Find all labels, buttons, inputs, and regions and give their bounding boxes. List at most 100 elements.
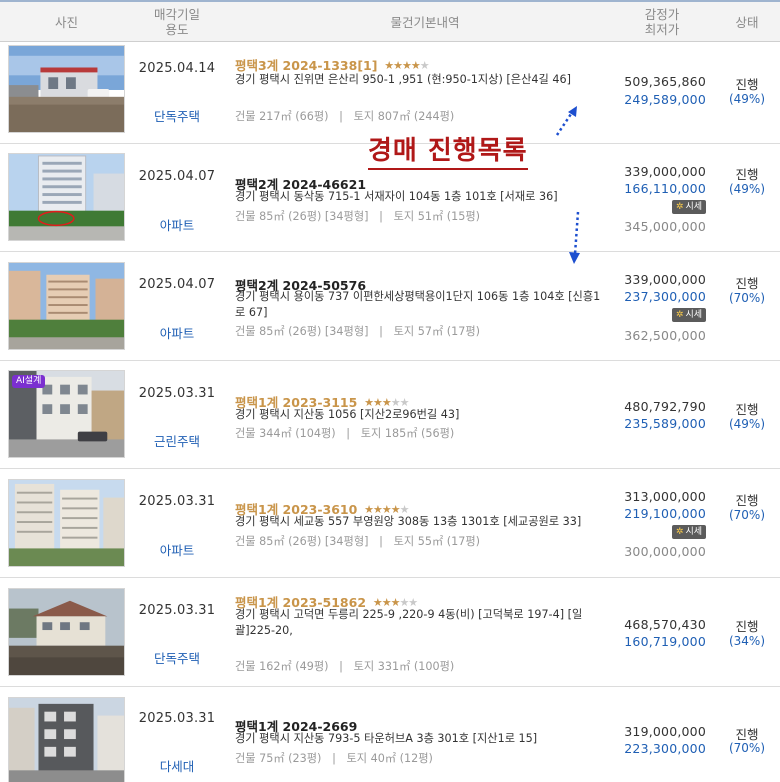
property-type: 단독주택 (153, 651, 200, 666)
area-info: 건물 344㎡ (104평) | 토지 185㎡ (56평) (235, 425, 454, 441)
area-info: 건물 162㎡ (49평) | 토지 331㎡ (100평) (235, 658, 454, 674)
market-price: 362,500,000 (624, 328, 706, 343)
property-type: 다세대 (159, 759, 195, 774)
sale-date: 2025.03.31 (138, 603, 216, 618)
minimum-price: 249,589,000 (624, 92, 706, 107)
minimum-ratio: (49%) (728, 182, 766, 196)
status-text: 진행 (735, 493, 759, 508)
property-type: 단독주택 (153, 109, 200, 124)
property-address: 경기 평택시 지산동 793-5 타운허브A 3층 301호 [지산1로 15] (235, 732, 538, 745)
status-text: 진행 (735, 276, 759, 291)
minimum-price: 223,300,000 (624, 741, 706, 756)
rating-stars: ★★★★★ (384, 59, 429, 72)
property-address: 경기 평택시 진위면 은산리 950-1 ,951 (현:950-1지상) [은… (235, 73, 571, 86)
appraisal-price: 319,000,000 (624, 724, 706, 739)
sale-date: 2025.04.07 (138, 169, 216, 184)
header-status-label: 상태 (735, 14, 759, 30)
property-address: 경기 평택시 동삭동 715-1 서재자이 104동 1층 101호 [서재로 … (235, 190, 558, 203)
land-area: 토지 55㎡ (17평) (393, 535, 481, 548)
market-price-badge-label: 시세 (685, 527, 702, 537)
land-area: 토지 40㎡ (12평) (346, 752, 433, 765)
land-area: 토지 57㎡ (17평) (393, 325, 481, 338)
table-row[interactable]: 2025.04.14 단독주택 평택3계 2024-1338[1] ★★★★★ … (0, 42, 780, 144)
property-photo[interactable] (8, 153, 125, 241)
header-details-label: 물건기본내역 (390, 14, 460, 30)
header-appraisal-label: 감정가 (644, 7, 680, 22)
property-type: 근린주택 (153, 434, 200, 449)
minimum-price: 237,300,000 (624, 289, 706, 304)
separator: | (332, 110, 351, 123)
appraisal-price: 509,365,860 (624, 74, 706, 89)
appraisal-price: 313,000,000 (624, 489, 706, 504)
market-price-badge[interactable]: ✲ 시세 (671, 308, 706, 322)
table-row[interactable]: AI설계 2025.03.31 근린주택 평택1계 2023-3115 ★★★★… (0, 361, 780, 469)
land-area: 토지 807㎡ (244평) (353, 110, 455, 123)
property-address: 경기 평택시 세교동 557 부영원앙 308동 13층 1301호 [세교공원… (235, 515, 582, 528)
minimum-ratio: (70%) (728, 508, 766, 522)
property-photo[interactable] (8, 262, 125, 350)
building-area: 건물 75㎡ (23평) (235, 752, 322, 765)
arrow-down-icon (569, 211, 580, 264)
appraisal-price: 339,000,000 (624, 272, 706, 287)
minimum-price: 235,589,000 (624, 416, 706, 431)
table-row[interactable]: 2025.03.31 다세대 평택1계 2024-2669 경기 평택시 지산동… (0, 687, 780, 782)
table-header: 사진 매각기일 용도 물건기본내역 감정가 최저가 상태 (0, 0, 780, 42)
table-row[interactable]: 2025.03.31 단독주택 평택1계 2023-51862 ★★★★★ 경기… (0, 578, 780, 687)
property-photo[interactable] (8, 479, 125, 567)
property-address: 경기 평택시 지산동 1056 [지산2로96번길 43] (235, 408, 460, 421)
building-area: 건물 85㎡ (26평) [34평형] (235, 325, 369, 338)
minimum-price: 219,100,000 (624, 506, 706, 521)
status-text: 진행 (735, 77, 759, 92)
property-photo[interactable] (8, 697, 125, 782)
minimum-ratio: (49%) (728, 417, 766, 431)
separator: | (372, 325, 391, 338)
land-area: 토지 51㎡ (15평) (393, 210, 481, 223)
market-price: 345,000,000 (624, 219, 706, 234)
sale-date: 2025.03.31 (138, 711, 216, 726)
header-details: 물건기본내역 (235, 2, 615, 42)
property-photo[interactable] (8, 45, 125, 133)
minimum-ratio: (49%) (728, 92, 766, 106)
header-date-label: 매각기일 (153, 7, 200, 22)
header-photo-label: 사진 (54, 14, 78, 30)
property-type: 아파트 (159, 543, 195, 558)
header-price[interactable]: 감정가 최저가 (612, 2, 712, 42)
separator: | (332, 660, 351, 673)
market-price-icon: ✲ (675, 202, 684, 212)
table-row[interactable]: 2025.04.07 아파트 평택2계 2024-50576 경기 평택시 용이… (0, 252, 780, 361)
market-price-badge[interactable]: ✲ 시세 (671, 525, 706, 539)
area-info: 건물 85㎡ (26평) [34평형] | 토지 57㎡ (17평) (235, 323, 480, 339)
minimum-price: 160,719,000 (624, 634, 706, 649)
status-text: 진행 (735, 402, 759, 417)
separator: | (372, 535, 391, 548)
market-price-icon: ✲ (675, 310, 684, 320)
minimum-ratio: (70%) (728, 291, 766, 305)
appraisal-price: 480,792,790 (624, 399, 706, 414)
status-text: 진행 (735, 619, 759, 634)
appraisal-price: 468,570,430 (624, 617, 706, 632)
area-info: 건물 85㎡ (26평) [34평형] | 토지 55㎡ (17평) (235, 533, 480, 549)
land-area: 토지 331㎡ (100평) (353, 660, 455, 673)
sale-date: 2025.04.14 (138, 61, 216, 76)
overlay-title: 경매 진행목록 (368, 134, 528, 170)
header-date-type[interactable]: 매각기일 용도 (128, 2, 226, 42)
appraisal-price: 339,000,000 (624, 164, 706, 179)
building-area: 건물 344㎡ (104평) (235, 427, 336, 440)
area-info: 건물 75㎡ (23평) | 토지 40㎡ (12평) (235, 750, 433, 766)
building-area: 건물 217㎡ (66평) (235, 110, 329, 123)
arrow-up-icon (555, 106, 577, 136)
property-photo[interactable] (8, 588, 125, 676)
sale-date: 2025.04.07 (138, 277, 216, 292)
table-row[interactable]: 2025.03.31 아파트 평택1계 2023-3610 ★★★★★ 경기 평… (0, 469, 780, 578)
building-area: 건물 85㎡ (26평) [34평형] (235, 210, 369, 223)
minimum-ratio: (70%) (728, 741, 766, 755)
minimum-price: 166,110,000 (624, 181, 706, 196)
property-photo[interactable]: AI설계 (8, 370, 125, 458)
separator: | (324, 752, 343, 765)
market-price-badge[interactable]: ✲ 시세 (671, 200, 706, 214)
case-number[interactable]: 평택3계 2024-1338[1] (235, 58, 377, 73)
header-minimum-label: 최저가 (644, 22, 680, 37)
header-status: 상태 (722, 2, 772, 42)
status-text: 진행 (735, 167, 759, 182)
area-info: 건물 217㎡ (66평) | 토지 807㎡ (244평) (235, 108, 454, 124)
